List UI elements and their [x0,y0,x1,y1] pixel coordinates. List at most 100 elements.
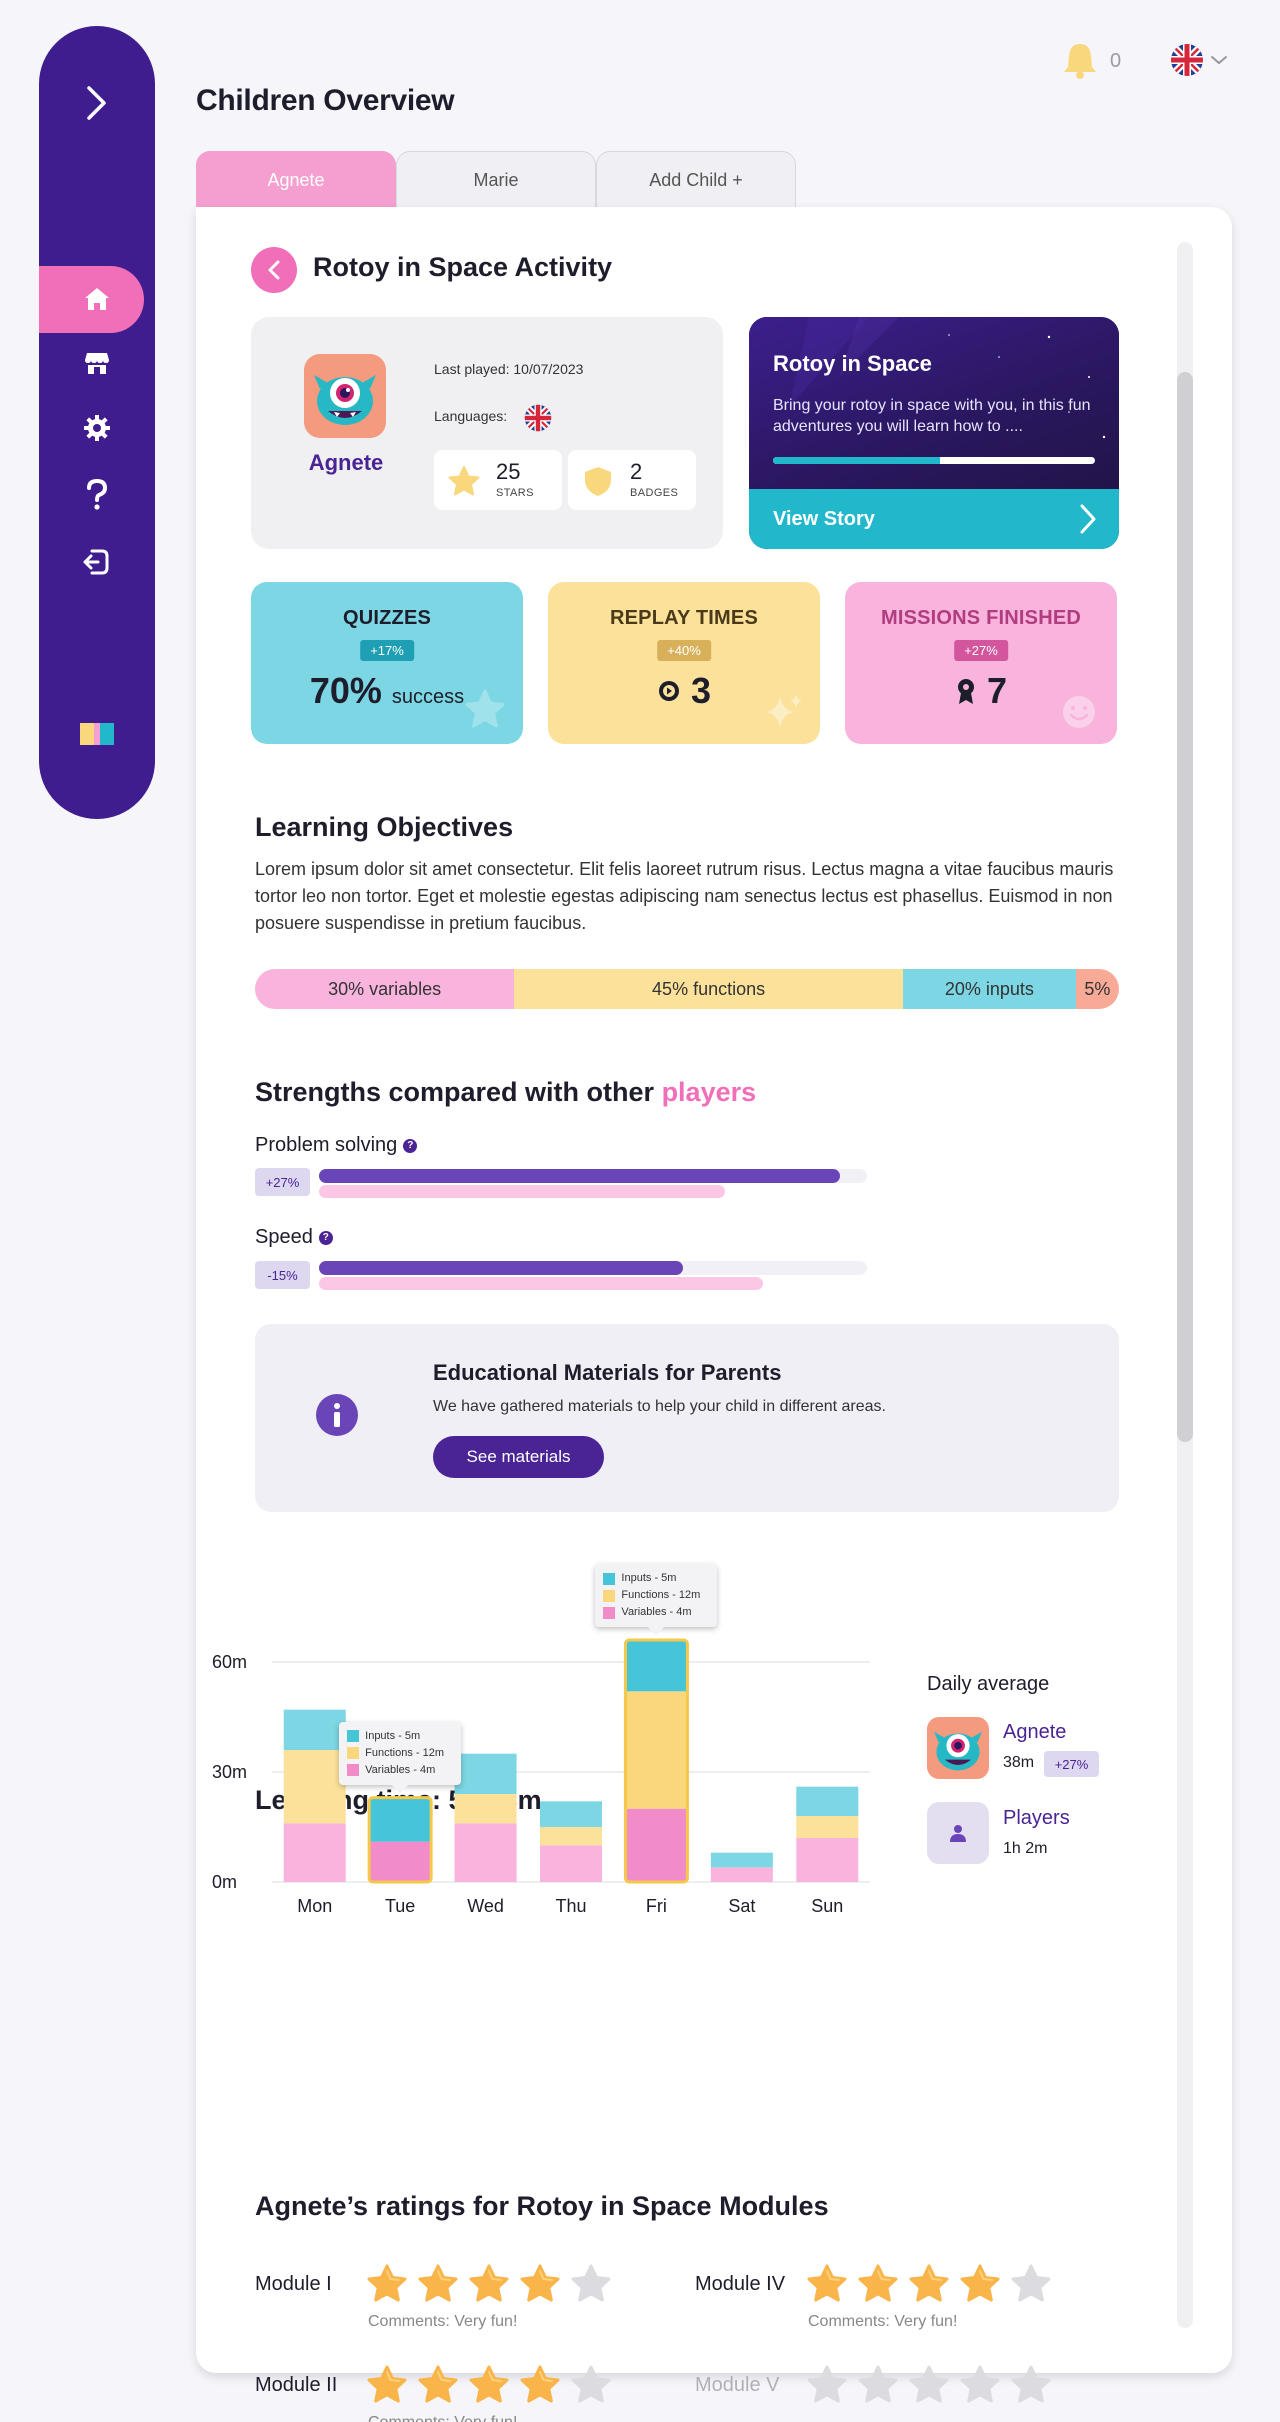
child-profile-card: Agnete Last played: 10/07/2023 Languages… [251,317,723,549]
star-filled-icon[interactable] [417,2263,459,2305]
stars-label: STARS [496,487,534,499]
home-icon[interactable] [77,279,117,319]
activity-title: Rotoy in Space Activity [313,252,613,282]
gear-icon[interactable] [77,408,117,448]
daily-average-players-name: Players [1003,1807,1070,1829]
sidebar-expand-icon[interactable] [79,80,115,126]
info-icon [316,1394,358,1436]
speed-players-bar [319,1277,763,1290]
star-empty-icon[interactable] [1010,2263,1052,2305]
star-filled-icon[interactable] [366,2263,408,2305]
tab-marie[interactable]: Marie [396,151,596,209]
notification-count: 0 [1110,50,1122,72]
star-filled-icon[interactable] [417,2364,459,2406]
scrollbar[interactable] [1177,242,1193,2328]
chevron-left-icon [268,260,280,280]
speed-label: Speed ? [255,1226,333,1249]
module-comment: Comments: Very fun! [808,2313,958,2330]
back-button[interactable] [251,247,297,293]
module-comment: Comments: Very fun! [368,2414,517,2422]
star-empty-icon[interactable] [959,2364,1001,2406]
objective-segment: 5% [1075,969,1119,1009]
x-tick-label: Fri [646,1896,667,1916]
objective-segment: 20% inputs [902,969,1076,1009]
tooltip-text: Functions - 12m [621,1589,701,1601]
avatar [927,1717,989,1779]
star-filled-icon[interactable] [366,2364,408,2406]
sidebar [39,26,155,819]
story-description: Bring your rotoy in space with you, in t… [773,397,1091,435]
see-materials-button[interactable]: See materials [433,1436,604,1478]
star-filled-icon[interactable] [857,2263,899,2305]
user-icon [950,1825,966,1842]
tooltip-row: Inputs - 5m [603,1570,709,1587]
star-filled-icon[interactable] [519,2263,561,2305]
daily-average-child-time: 38m [1003,1754,1035,1771]
problem-solving-text: Problem solving [255,1134,398,1156]
chart-tooltip: Inputs - 5m Functions - 12m Variables - 4m [339,1721,462,1785]
language-select[interactable] [1170,42,1232,78]
child-name: Agnete [308,450,384,475]
star-empty-icon[interactable] [570,2263,612,2305]
speed-text: Speed [255,1226,313,1248]
learning-objectives-text: Lorem ipsum dolor sit amet consectetur. … [255,859,1114,933]
scrollbar-thumb[interactable] [1177,372,1193,1442]
play-circle-icon [658,681,679,701]
chart-bar-variables [796,1838,859,1882]
quizzes-card: QUIZZES +17% 70% success [251,582,523,744]
bell-icon[interactable] [1060,40,1100,80]
tooltip-swatch [603,1606,616,1619]
star-filled-icon[interactable] [468,2263,510,2305]
tab-add-child[interactable]: Add Child + [596,151,796,209]
speed-child-bar [319,1261,684,1275]
shop-icon[interactable] [77,343,117,383]
star-empty-icon[interactable] [857,2364,899,2406]
star-filled-icon[interactable] [908,2263,950,2305]
star-empty-icon[interactable] [1010,2364,1052,2406]
star-filled-icon[interactable] [806,2263,848,2305]
uk-flag-icon [524,404,552,432]
info-icon[interactable]: ? [318,1230,333,1245]
chart-bar-inputs [540,1801,602,1827]
tooltip-text: Variables - 4m [621,1606,692,1618]
badges-label: BADGES [630,487,679,499]
educational-materials-card: Educational Materials for Parents We hav… [255,1324,1119,1512]
info-icon[interactable]: ? [403,1138,418,1153]
module-label: Module IV [695,2273,786,2295]
x-tick-label: Sun [811,1896,843,1916]
tab-agnete[interactable]: Agnete [196,151,396,209]
tooltip-swatch [603,1572,616,1585]
story-progress-bar [773,457,1095,464]
tooltip-swatch [347,1747,360,1760]
activity-panel: Rotoy in Space Activity Agnete Last play… [196,207,1232,2422]
star-filled-icon[interactable] [468,2364,510,2406]
x-tick-label: Wed [467,1896,504,1916]
tooltip-row: Inputs - 5m [347,1728,453,1745]
view-story-button[interactable]: View Story [749,489,1119,549]
star-empty-icon[interactable] [908,2364,950,2406]
replay-times-card: REPLAY TIMES +40% 3 [548,582,820,744]
y-tick-label: 0m [212,1872,237,1892]
question-icon[interactable] [77,475,117,515]
chart-bar-functions [625,1691,688,1809]
star-filled-icon[interactable] [519,2364,561,2406]
monster-avatar-icon [314,375,376,425]
star-empty-icon[interactable] [570,2364,612,2406]
chevron-down-icon [1211,56,1227,65]
logout-icon[interactable] [77,542,117,582]
chart-bar-variables [540,1845,602,1882]
star-rating [806,2364,1052,2406]
story-space-background: Rotoy in Space Bring your rotoy in space… [749,317,1119,489]
strengths-title-text: Strengths compared with other [255,1077,655,1107]
languages-label: Languages: [434,408,508,424]
materials-text: We have gathered materials to help your … [433,1398,886,1415]
star-rating [806,2263,1052,2305]
chart-bar-variables [369,1841,432,1882]
chart-bar-inputs [796,1786,859,1816]
star-empty-icon[interactable] [806,2364,848,2406]
chart-bar-inputs [625,1640,688,1692]
quizzes-suffix: success [391,686,465,708]
star-filled-icon[interactable] [959,2263,1001,2305]
materials-title: Educational Materials for Parents [433,1360,782,1385]
shield-icon [585,467,611,496]
